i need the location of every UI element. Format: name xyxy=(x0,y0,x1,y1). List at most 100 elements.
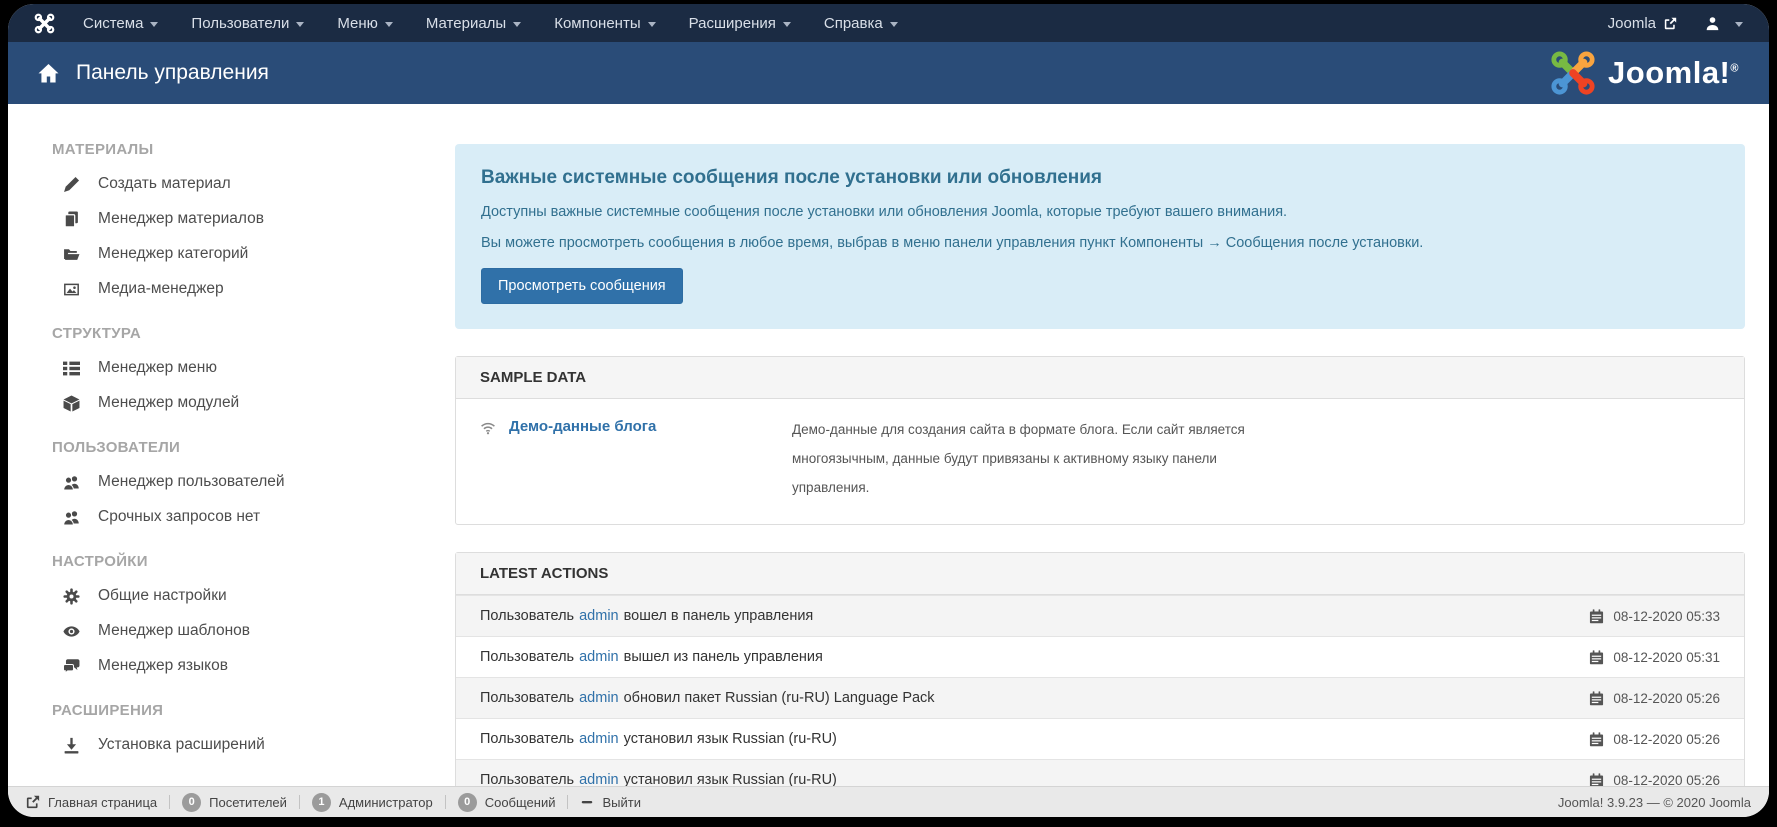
joomla-brand: Joomla!® xyxy=(1550,50,1739,96)
calendar-icon xyxy=(1589,773,1604,786)
admins-status[interactable]: 1 Администратор xyxy=(312,793,433,812)
sidebar-item-label: Менеджер языков xyxy=(98,657,228,675)
sidebar-item-label: Менеджер меню xyxy=(98,359,217,377)
sidebar-item-label: Менеджер пользователей xyxy=(98,473,285,491)
action-row: Пользователь admin вышел из панель управ… xyxy=(456,636,1744,677)
logout-link[interactable]: Выйти xyxy=(580,795,641,810)
chevron-down-icon xyxy=(783,22,791,27)
admins-count-badge: 1 xyxy=(312,793,331,812)
calendar-icon xyxy=(1589,732,1604,747)
menu-content-label: Материалы xyxy=(426,15,506,32)
chevron-down-icon xyxy=(513,22,521,27)
action-user-link[interactable]: admin xyxy=(579,690,619,706)
page-title: Панель управления xyxy=(76,61,269,85)
joomla-logo-icon xyxy=(1550,50,1596,96)
chevron-down-icon xyxy=(890,22,898,27)
menu-components[interactable]: Компоненты xyxy=(554,15,655,32)
action-user-link[interactable]: admin xyxy=(579,649,619,665)
sample-data-panel: SAMPLE DATA Демо-данные блога Демо-данны… xyxy=(455,356,1745,525)
post-install-alert: Важные системные сообщения после установ… xyxy=(455,144,1745,329)
view-site-footer-link[interactable]: Главная страница xyxy=(26,795,157,810)
menu-content[interactable]: Материалы xyxy=(426,15,521,32)
calendar-icon xyxy=(1589,609,1604,624)
status-bar: Главная страница 0 Посетителей 1 Админис… xyxy=(8,786,1769,817)
sidebar-item-pending-requests[interactable]: Срочных запросов нет xyxy=(52,508,455,526)
action-text: вошел в панель управления xyxy=(624,608,814,624)
home-icon[interactable] xyxy=(38,63,59,84)
sidebar-section-users: ПОЛЬЗОВАТЕЛИ xyxy=(52,439,455,456)
messages-status[interactable]: 0 Сообщений xyxy=(458,793,556,812)
chevron-down-icon xyxy=(150,22,158,27)
view-site-footer-label: Главная страница xyxy=(48,795,157,810)
user-account-menu[interactable] xyxy=(1705,16,1743,31)
pencil-icon xyxy=(63,176,80,193)
messages-count-badge: 0 xyxy=(458,793,477,812)
cube-icon xyxy=(63,395,80,412)
users-icon xyxy=(63,509,80,526)
view-site-label: Joomla xyxy=(1608,15,1656,32)
external-link-icon xyxy=(26,795,40,809)
action-prefix: Пользователь xyxy=(480,731,574,747)
sidebar-item-module-manager[interactable]: Менеджер модулей xyxy=(52,394,455,412)
sidebar-item-media-manager[interactable]: Медиа-менеджер xyxy=(52,280,455,298)
separator xyxy=(169,795,170,809)
alert-line1: Доступны важные системные сообщения посл… xyxy=(481,204,1719,220)
action-row: Пользователь admin установил язык Russia… xyxy=(456,759,1744,786)
user-icon xyxy=(1705,16,1720,31)
action-timestamp: 08-12-2020 05:26 xyxy=(1613,732,1720,747)
sidebar-item-global-config[interactable]: Общие настройки xyxy=(52,587,455,605)
sidebar-section-configuration: НАСТРОЙКИ xyxy=(52,553,455,570)
view-site-link[interactable]: Joomla xyxy=(1608,15,1677,32)
action-user-link[interactable]: admin xyxy=(579,608,619,624)
sidebar-item-label: Медиа-менеджер xyxy=(98,280,224,298)
chevron-down-icon xyxy=(648,22,656,27)
action-timestamp: 08-12-2020 05:33 xyxy=(1613,609,1720,624)
list-icon xyxy=(63,360,80,377)
blog-sample-data-link[interactable]: Демо-данные блога xyxy=(509,418,656,435)
menu-menus[interactable]: Меню xyxy=(337,15,393,32)
sidebar-item-category-manager[interactable]: Менеджер категорий xyxy=(52,245,455,263)
logout-label: Выйти xyxy=(602,795,641,810)
alert-title: Важные системные сообщения после установ… xyxy=(481,167,1719,189)
review-messages-button[interactable]: Просмотреть сообщения xyxy=(481,268,683,304)
calendar-icon xyxy=(1589,650,1604,665)
eye-icon xyxy=(63,623,80,640)
sidebar-item-language-manager[interactable]: Менеджер языков xyxy=(52,657,455,675)
external-link-icon xyxy=(1664,17,1677,30)
content-area: МАТЕРИАЛЫ Создать материал Менеджер мате… xyxy=(8,104,1769,786)
separator xyxy=(299,795,300,809)
action-user-link[interactable]: admin xyxy=(579,731,619,747)
sidebar-item-menu-manager[interactable]: Менеджер меню xyxy=(52,359,455,377)
gear-icon xyxy=(63,588,80,605)
menu-users-label: Пользователи xyxy=(191,15,289,32)
sidebar: МАТЕРИАЛЫ Создать материал Менеджер мате… xyxy=(8,104,455,786)
sidebar-item-template-manager[interactable]: Менеджер шаблонов xyxy=(52,622,455,640)
main-panel: Важные системные сообщения после установ… xyxy=(455,104,1769,786)
action-user-link[interactable]: admin xyxy=(579,772,619,786)
folder-open-icon xyxy=(63,246,80,263)
action-prefix: Пользователь xyxy=(480,649,574,665)
copy-icon xyxy=(63,211,80,228)
chevron-down-icon xyxy=(385,22,393,27)
image-icon xyxy=(63,281,80,298)
sidebar-item-install-extensions[interactable]: Установка расширений xyxy=(52,736,455,754)
sidebar-item-label: Общие настройки xyxy=(98,587,227,605)
action-prefix: Пользователь xyxy=(480,608,574,624)
menu-system-label: Система xyxy=(83,15,143,32)
menu-help[interactable]: Справка xyxy=(824,15,898,32)
sidebar-item-user-manager[interactable]: Менеджер пользователей xyxy=(52,473,455,491)
sidebar-item-new-article[interactable]: Создать материал xyxy=(52,175,455,193)
menu-extensions[interactable]: Расширения xyxy=(689,15,791,32)
sample-data-header: SAMPLE DATA xyxy=(456,357,1744,399)
sidebar-item-label: Срочных запросов нет xyxy=(98,508,260,526)
menu-system[interactable]: Система xyxy=(83,15,158,32)
menu-menus-label: Меню xyxy=(337,15,378,32)
visitors-status[interactable]: 0 Посетителей xyxy=(182,793,287,812)
chevron-down-icon xyxy=(296,22,304,27)
separator xyxy=(567,795,568,809)
sidebar-item-article-manager[interactable]: Менеджер материалов xyxy=(52,210,455,228)
sample-data-row: Демо-данные блога Демо-данные для создан… xyxy=(456,399,1744,524)
action-prefix: Пользователь xyxy=(480,690,574,706)
menu-users[interactable]: Пользователи xyxy=(191,15,304,32)
action-timestamp: 08-12-2020 05:31 xyxy=(1613,650,1720,665)
